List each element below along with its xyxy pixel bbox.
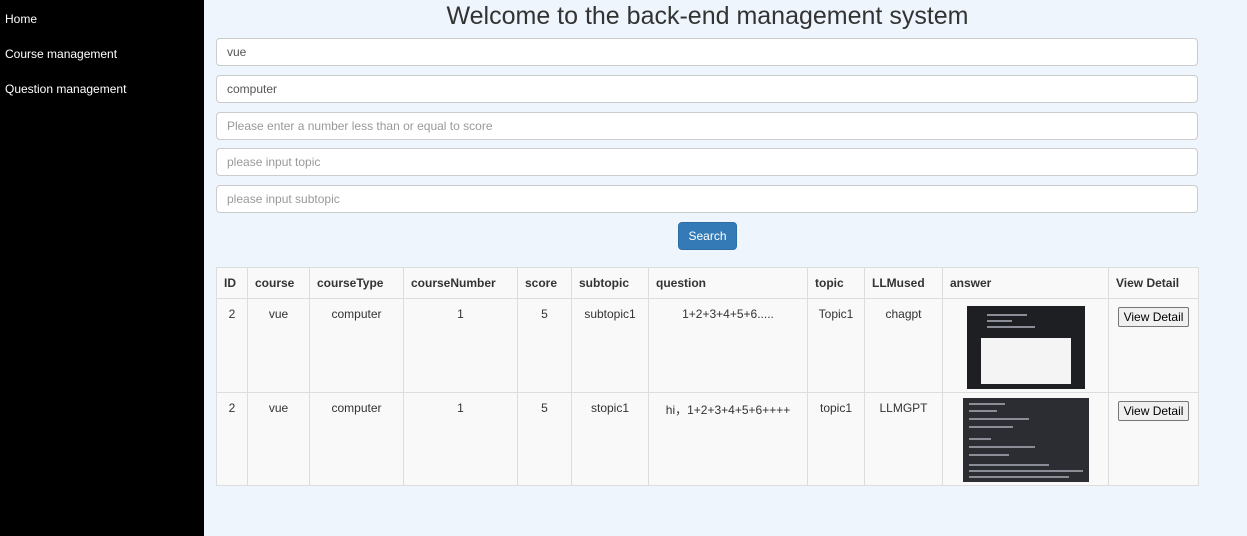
column-header-id: ID <box>216 267 248 299</box>
nav-item-course-management[interactable]: Course management <box>5 47 117 61</box>
search-button[interactable]: Search <box>678 222 737 250</box>
cell-llm-used: LLMGPT <box>864 392 943 486</box>
cell-topic: topic1 <box>807 392 865 486</box>
cell-question: hi，1+2+3+4+5+6++++ <box>648 392 808 486</box>
cell-id: 2 <box>216 392 248 486</box>
column-header-question: question <box>648 267 808 299</box>
column-header-course-type: courseType <box>309 267 404 299</box>
table-row: 2 vue computer 1 5 subtopic1 1+2+3+4+5+6… <box>216 298 1199 393</box>
cell-score: 5 <box>517 392 572 486</box>
page-title: Welcome to the back-end management syste… <box>446 2 969 30</box>
column-header-course: course <box>247 267 310 299</box>
cell-view-detail: View Detail <box>1108 392 1199 486</box>
cell-course-type: computer <box>309 392 404 486</box>
cell-answer <box>942 298 1109 393</box>
column-header-topic: topic <box>807 267 865 299</box>
cell-course: vue <box>247 392 310 486</box>
column-header-subtopic: subtopic <box>571 267 649 299</box>
cell-course: vue <box>247 298 310 393</box>
cell-course-number: 1 <box>403 392 518 486</box>
sidebar: Home Course management Question manageme… <box>0 0 204 536</box>
cell-course-type: computer <box>309 298 404 393</box>
cell-course-number: 1 <box>403 298 518 393</box>
answer-screenshot-thumbnail[interactable] <box>966 306 1085 389</box>
answer-screenshot-thumbnail[interactable] <box>962 398 1089 482</box>
nav-item-question-management[interactable]: Question management <box>5 82 126 96</box>
cell-topic: Topic1 <box>807 298 865 393</box>
cell-subtopic: subtopic1 <box>571 298 649 393</box>
cell-subtopic: stopic1 <box>571 392 649 486</box>
cell-llm-used: chagpt <box>864 298 943 393</box>
column-header-view-detail: View Detail <box>1108 267 1199 299</box>
cell-score: 5 <box>517 298 572 393</box>
cell-id: 2 <box>216 298 248 393</box>
cell-question: 1+2+3+4+5+6..... <box>648 298 808 393</box>
cell-view-detail: View Detail <box>1108 298 1199 393</box>
column-header-llm-used: LLMused <box>864 267 943 299</box>
cell-answer <box>942 392 1109 486</box>
column-header-course-number: courseNumber <box>403 267 518 299</box>
view-detail-button[interactable]: View Detail <box>1117 307 1190 327</box>
table-row: 2 vue computer 1 5 stopic1 hi，1+2+3+4+5+… <box>216 392 1199 486</box>
main-content: Welcome to the back-end management syste… <box>204 0 1247 536</box>
subtopic-input[interactable] <box>216 185 1198 213</box>
nav-item-home[interactable]: Home <box>5 12 37 26</box>
column-header-score: score <box>517 267 572 299</box>
view-detail-button[interactable]: View Detail <box>1117 401 1190 421</box>
topic-input[interactable] <box>216 148 1198 176</box>
table-header-row: ID course courseType courseNumber score … <box>216 267 1199 299</box>
course-type-input[interactable] <box>216 75 1198 103</box>
questions-table: ID course courseType courseNumber score … <box>216 267 1199 486</box>
score-input[interactable] <box>216 112 1198 140</box>
column-header-answer: answer <box>942 267 1109 299</box>
course-input[interactable] <box>216 38 1198 66</box>
